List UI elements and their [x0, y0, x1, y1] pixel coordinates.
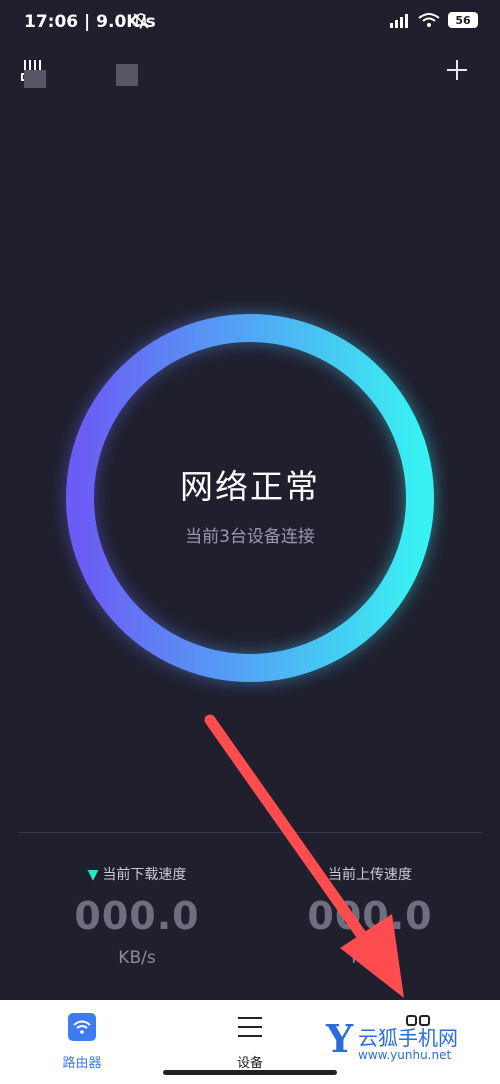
status-bar: 17:06 | 9.0K/s 56 — [0, 0, 500, 44]
battery-icon: 56 — [448, 12, 478, 28]
app-header — [0, 52, 500, 96]
tab-devices-label: 设备 — [236, 1056, 263, 1071]
upload-value: 000.0 — [307, 894, 433, 938]
upload-unit: KB/s — [351, 948, 389, 968]
wifi-status-icon — [418, 13, 440, 27]
tab-devices[interactable]: 设备 — [205, 1012, 295, 1071]
wifi-icon — [68, 1013, 96, 1041]
download-arrow-icon: ▼ — [87, 867, 99, 883]
tab-router-label: 路由器 — [62, 1056, 102, 1071]
router-name-redacted — [24, 70, 46, 88]
upload-label: 当前上传速度 — [328, 867, 412, 883]
download-unit: KB/s — [118, 948, 156, 968]
plus-icon — [447, 60, 467, 80]
menu-icon — [238, 1017, 262, 1037]
watermark-url: www.yunhu.net — [358, 1048, 452, 1062]
download-label: 当前下载速度 — [102, 867, 187, 883]
watermark-letter: Y — [326, 1016, 354, 1061]
network-status-title: 网络正常 — [180, 467, 320, 506]
home-indicator — [163, 1070, 337, 1075]
upload-speed-panel: 当前上传速度 000.0 KB/s — [270, 864, 470, 968]
add-device-button[interactable] — [446, 52, 468, 88]
signal-icon — [390, 14, 408, 28]
router-name-redacted-2 — [116, 64, 138, 86]
download-value: 000.0 — [74, 894, 200, 938]
download-speed-panel: ▼ 当前下载速度 000.0 KB/s — [37, 864, 237, 968]
divider — [18, 832, 482, 833]
watermark-name: 云狐手机网 — [358, 1026, 458, 1050]
connected-devices-text: 当前3台设备连接 — [185, 527, 315, 547]
mute-icon — [132, 12, 150, 34]
tab-router[interactable]: 路由器 — [37, 1012, 127, 1071]
